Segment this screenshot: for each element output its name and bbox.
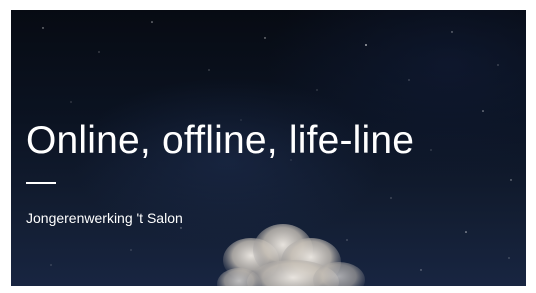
page-frame: Online, offline, life-line Jongerenwerki… — [0, 0, 536, 293]
hero-banner: Online, offline, life-line Jongerenwerki… — [11, 10, 526, 286]
cloud-image — [217, 224, 365, 286]
title-divider — [26, 182, 56, 184]
hero-subtitle: Jongerenwerking 't Salon — [26, 210, 183, 226]
hero-title: Online, offline, life-line — [26, 119, 415, 162]
